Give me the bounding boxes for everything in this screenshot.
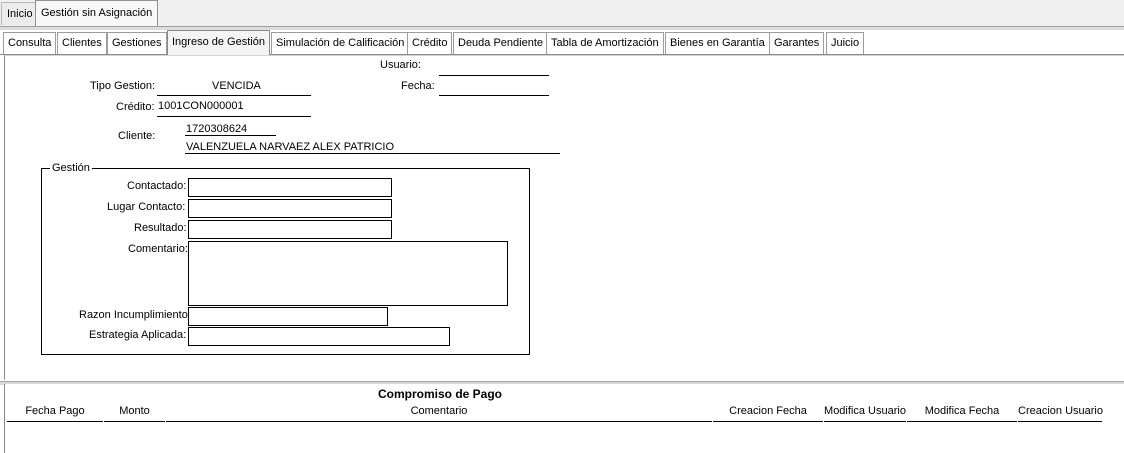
tab-garantes[interactable]: Garantes [769, 32, 825, 54]
tab-juicio[interactable]: Juicio [826, 32, 865, 54]
gestion-legend: Gestión [50, 162, 92, 174]
razon-incumplimiento-field[interactable] [188, 307, 388, 326]
cliente-id: 1720308624 [186, 123, 248, 135]
usuario-label: Usuario: [380, 59, 421, 71]
compromiso-de-pago-panel [4, 384, 1124, 453]
column-underline [713, 421, 823, 422]
resultado-label: Resultado: [134, 222, 187, 234]
column-underline [7, 421, 103, 422]
credito-underline [157, 116, 311, 117]
column-underline [907, 421, 1017, 422]
column-header-modifica-usuario[interactable]: Modifica Usuario [824, 405, 906, 417]
column-underline [1018, 421, 1102, 422]
top-tab-inicio[interactable]: Inicio [1, 2, 39, 25]
column-header-modifica-fecha[interactable]: Modifica Fecha [907, 405, 1017, 417]
tab-clientes[interactable]: Clientes [57, 32, 107, 54]
cliente-label: Cliente: [118, 130, 156, 142]
credito-label: Crédito: [116, 101, 155, 113]
fecha-label: Fecha: [401, 80, 435, 92]
tab-bienes-en-garantia[interactable]: Bienes en Garantía [665, 32, 770, 54]
credito-value: 1001CON000001 [158, 100, 244, 112]
top-tab-strip: Inicio Gestión sin Asignación [0, 0, 1124, 27]
section-tab-row: Consulta Clientes Gestiones Ingreso de G… [0, 30, 1124, 55]
comentario-label: Comentario: [128, 243, 188, 255]
tab-credito[interactable]: Crédito [407, 32, 453, 54]
tab-deuda-pendiente[interactable]: Deuda Pendiente [453, 32, 549, 54]
column-header-fecha-pago[interactable]: Fecha Pago [7, 405, 103, 417]
column-underline [166, 421, 712, 422]
top-tab-gestion-sin-asignacion[interactable]: Gestión sin Asignación [35, 0, 159, 26]
lugar-contacto-field[interactable] [188, 199, 392, 218]
tipo-gestion-value: VENCIDA [212, 80, 261, 92]
cliente-nombre-underline [185, 153, 560, 154]
resultado-field[interactable] [188, 220, 392, 239]
comentario-field[interactable] [188, 241, 508, 306]
estrategia-aplicada-field[interactable] [188, 327, 450, 346]
cliente-nombre: VALENZUELA NARVAEZ ALEX PATRICIO [186, 141, 395, 153]
tab-tabla-de-amortizacion[interactable]: Tabla de Amortización [546, 32, 664, 54]
column-underline [824, 421, 906, 422]
tab-simulacion-de-calificacion[interactable]: Simulación de Calificación [271, 32, 410, 54]
tab-ingreso-de-gestion[interactable]: Ingreso de Gestión [167, 30, 270, 55]
contactado-field[interactable] [188, 178, 392, 197]
tab-consulta[interactable]: Consulta [3, 32, 57, 54]
tipo-gestion-label: Tipo Gestion: [90, 80, 156, 92]
contactado-label: Contactado: [127, 180, 187, 192]
column-underline [104, 421, 165, 422]
lugar-contacto-label: Lugar Contacto: [107, 201, 186, 213]
column-header-comentario[interactable]: Comentario [166, 405, 712, 417]
cliente-id-underline [185, 135, 276, 136]
estrategia-aplicada-label: Estrategia Aplicada: [89, 329, 187, 341]
column-header-creacion-fecha[interactable]: Creacion Fecha [713, 405, 823, 417]
fecha-underline [439, 95, 549, 96]
razon-incumplimiento-label: Razon Incumplimiento: [79, 309, 191, 321]
column-header-monto[interactable]: Monto [104, 405, 165, 417]
compromiso-de-pago-title: Compromiso de Pago [378, 387, 503, 401]
tipo-gestion-underline [157, 95, 311, 96]
column-header-creacion-usuario[interactable]: Creacion Usuario [1018, 405, 1103, 417]
usuario-underline [439, 75, 549, 76]
tab-gestiones[interactable]: Gestiones [107, 32, 167, 54]
